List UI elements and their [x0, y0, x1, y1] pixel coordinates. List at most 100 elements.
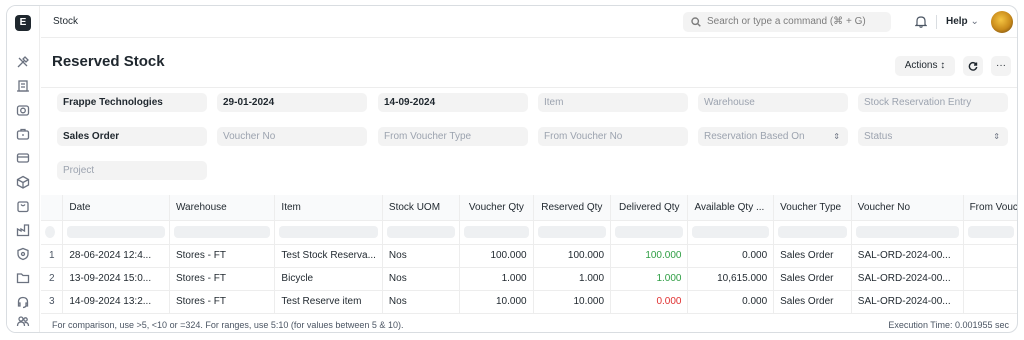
voucher-qty-cell[interactable]: 1.000	[459, 267, 534, 291]
delivered-qty-cell[interactable]: 1.000	[610, 267, 689, 291]
tools-icon[interactable]	[16, 55, 30, 69]
available-qty-cell[interactable]: 0.000	[687, 290, 775, 314]
column-header[interactable]: Available Qty ...	[687, 195, 775, 221]
column-filter-input[interactable]	[851, 220, 964, 245]
table-row[interactable]: 3 14-09-2024 13:2... Stores - FT Test Re…	[41, 290, 1017, 314]
date-cell[interactable]: 14-09-2024 13:2...	[62, 290, 170, 314]
column-filter-input[interactable]	[169, 220, 276, 245]
more-options-button[interactable]: ···	[991, 56, 1011, 76]
filter-input-placeholder	[855, 226, 959, 238]
item-cell[interactable]: Test Stock Reserva...	[274, 244, 383, 268]
box-icon[interactable]	[16, 175, 30, 189]
briefcase-icon[interactable]	[16, 127, 30, 141]
column-header[interactable]: Reserved Qty	[533, 195, 612, 221]
voucher-no-cell[interactable]: SAL-ORD-2024-00...	[851, 290, 964, 314]
warehouse-cell[interactable]: Stores - FT	[169, 290, 276, 314]
stock-uom-cell[interactable]: Nos	[382, 267, 461, 291]
table-row[interactable]: 2 13-09-2024 15:0... Stores - FT Bicycle…	[41, 267, 1017, 291]
refresh-button[interactable]	[963, 56, 983, 76]
warehouse-cell[interactable]: Stores - FT	[169, 244, 276, 268]
date-cell[interactable]: 13-09-2024 15:0...	[62, 267, 170, 291]
column-filter-input[interactable]	[382, 220, 461, 245]
column-header[interactable]: Delivered Qty	[610, 195, 689, 221]
table-row[interactable]: 1 28-06-2024 12:4... Stores - FT Test St…	[41, 244, 1017, 268]
folder-icon[interactable]	[16, 271, 30, 285]
stock-uom-cell[interactable]: Nos	[382, 244, 461, 268]
stock-uom-cell[interactable]: Nos	[382, 290, 461, 314]
project-filter[interactable]: Project	[57, 161, 207, 180]
available-qty-cell[interactable]: 0.000	[687, 244, 775, 268]
voucher-no-cell[interactable]: SAL-ORD-2024-00...	[851, 244, 964, 268]
from-voucher-no-filter[interactable]: From Voucher No	[538, 127, 688, 146]
delivered-qty-cell[interactable]: 0.000	[610, 290, 689, 314]
voucher-type-cell[interactable]: Sales Order	[773, 244, 852, 268]
search-placeholder: Search or type a command (⌘ + G)	[707, 16, 866, 27]
voucher-type-filter-value: Sales Order	[63, 131, 120, 142]
column-header[interactable]: From Vouc	[963, 195, 1017, 221]
voucher-qty-cell[interactable]: 100.000	[459, 244, 534, 268]
from-voucher-type-filter[interactable]: From Voucher Type	[378, 127, 528, 146]
factory-icon[interactable]	[16, 223, 30, 237]
company-filter[interactable]: Frappe Technologies	[57, 93, 207, 112]
status-select[interactable]: Status ⇕	[858, 127, 1008, 146]
from-voucher-cell[interactable]	[963, 244, 1017, 268]
column-header[interactable]: Voucher Qty	[459, 195, 534, 221]
delivered-qty-cell[interactable]: 100.000	[610, 244, 689, 268]
column-filter-input[interactable]	[459, 220, 534, 245]
page-title: Reserved Stock	[52, 53, 165, 70]
search-input[interactable]: Search or type a command (⌘ + G)	[683, 12, 891, 32]
column-filter-input[interactable]	[274, 220, 383, 245]
column-filter-input[interactable]	[773, 220, 852, 245]
column-header[interactable]: Stock UOM	[382, 195, 461, 221]
voucher-type-cell[interactable]: Sales Order	[773, 267, 852, 291]
reserved-qty-cell[interactable]: 10.000	[533, 290, 612, 314]
reserved-qty-cell[interactable]: 1.000	[533, 267, 612, 291]
item-cell[interactable]: Test Reserve item	[274, 290, 383, 314]
date-cell[interactable]: 28-06-2024 12:4...	[62, 244, 170, 268]
building-icon[interactable]	[16, 79, 30, 93]
help-dropdown[interactable]: Help ⌄	[946, 16, 979, 27]
voucher-no-cell[interactable]: SAL-ORD-2024-00...	[851, 267, 964, 291]
avatar[interactable]	[991, 11, 1013, 33]
headset-icon[interactable]	[16, 295, 30, 309]
credit-card-icon[interactable]	[16, 151, 30, 165]
column-filter-input[interactable]	[963, 220, 1017, 245]
column-header[interactable]: Date	[62, 195, 170, 221]
shield-icon[interactable]	[16, 247, 30, 261]
available-qty-cell[interactable]: 10,615.000	[687, 267, 775, 291]
column-header[interactable]: Warehouse	[169, 195, 276, 221]
breadcrumb[interactable]: Stock	[53, 16, 78, 27]
row-index-header	[41, 195, 64, 221]
warehouse-filter[interactable]: Warehouse	[698, 93, 848, 112]
to-date-filter-value: 14-09-2024	[384, 97, 436, 108]
users-icon[interactable]	[16, 314, 30, 328]
column-filter-input[interactable]	[533, 220, 612, 245]
app-window: E Stock Search or type a command (⌘ + G)…	[6, 5, 1018, 333]
app-logo[interactable]: E	[15, 15, 31, 31]
filter-hint-text: For comparison, use >5, <10 or =324. For…	[52, 320, 404, 330]
camera-icon[interactable]	[16, 103, 30, 117]
from-voucher-cell[interactable]	[963, 290, 1017, 314]
reserved-qty-cell[interactable]: 100.000	[533, 244, 612, 268]
stock-reservation-entry-filter[interactable]: Stock Reservation Entry	[858, 93, 1008, 112]
reservation-based-on-select[interactable]: Reservation Based On ⇕	[698, 127, 848, 146]
from-date-filter[interactable]: 29-01-2024	[217, 93, 367, 112]
bell-icon[interactable]	[914, 15, 928, 28]
actions-button[interactable]: Actions ↕	[895, 56, 955, 76]
column-filter-input[interactable]	[610, 220, 689, 245]
voucher-no-filter[interactable]: Voucher No	[217, 127, 367, 146]
warehouse-cell[interactable]: Stores - FT	[169, 267, 276, 291]
to-date-filter[interactable]: 14-09-2024	[378, 93, 528, 112]
column-header[interactable]: Item	[274, 195, 383, 221]
column-filter-input[interactable]	[687, 220, 775, 245]
voucher-type-filter[interactable]: Sales Order	[57, 127, 207, 146]
column-header[interactable]: Voucher No	[851, 195, 964, 221]
from-voucher-cell[interactable]	[963, 267, 1017, 291]
item-filter[interactable]: Item	[538, 93, 688, 112]
voucher-qty-cell[interactable]: 10.000	[459, 290, 534, 314]
column-header[interactable]: Voucher Type	[773, 195, 852, 221]
shopping-bag-icon[interactable]	[16, 199, 30, 213]
column-filter-input[interactable]	[62, 220, 170, 245]
voucher-type-cell[interactable]: Sales Order	[773, 290, 852, 314]
item-cell[interactable]: Bicycle	[274, 267, 383, 291]
